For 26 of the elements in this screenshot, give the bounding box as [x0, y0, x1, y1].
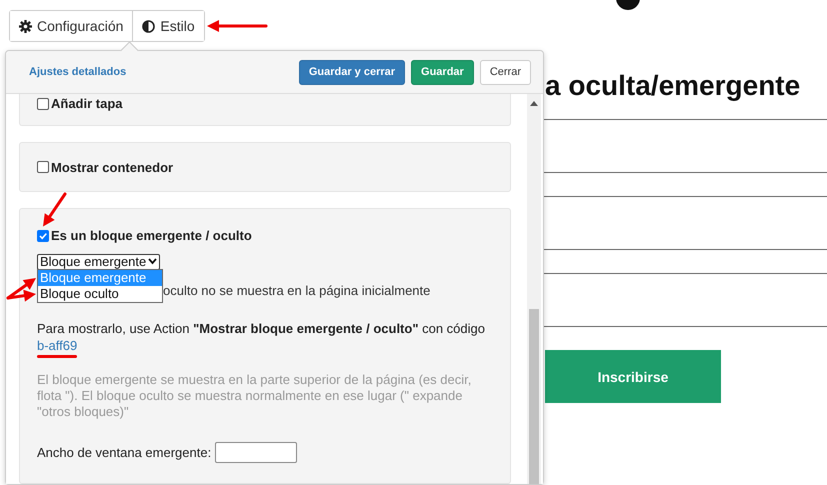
- hint-text: oculto no se muestra en la página inicialmente: [163, 283, 430, 298]
- checkbox-option[interactable]: Añadir tapa: [37, 96, 493, 111]
- help-text: El bloque emergente se muestra en la parte superior de la página (es decir, flota "). El bloque oculto se muestra normalmente en ese lugar (" expande "otros bloques)": [37, 372, 472, 420]
- tab[interactable]: Estilo: [132, 11, 204, 41]
- annotation-arrow: [207, 20, 268, 32]
- dropdown-option[interactable]: Bloque oculto: [38, 286, 162, 302]
- annotation-arrow: [43, 192, 66, 226]
- detailed-settings-link[interactable]: Ajustes detallados: [29, 66, 126, 78]
- annotation-underline: [37, 355, 78, 358]
- checkbox[interactable]: [37, 161, 49, 174]
- save-close-button[interactable]: Guardar y cerrar: [298, 60, 406, 84]
- dropdown-select[interactable]: Bloque emergente: [37, 254, 160, 270]
- field-label: Ancho de ventana emergente:: [37, 445, 212, 460]
- width-input[interactable]: [215, 442, 298, 463]
- chevron-down-icon: [148, 258, 158, 265]
- scroll-up-icon: [530, 100, 538, 106]
- gear-icon: [19, 20, 32, 32]
- code-link[interactable]: b-aff69: [37, 338, 78, 353]
- page-heading: a oculta/emergente: [545, 70, 802, 102]
- checkbox-option[interactable]: Mostrar contenedor: [37, 160, 174, 175]
- instruction-text: Para mostrarlo, use Action "Mostrar bloque emergente / oculto" con código b-aff69: [37, 320, 486, 354]
- checkbox-option[interactable]: Es un bloque emergente / oculto: [37, 228, 493, 243]
- checkbox[interactable]: [37, 98, 49, 110]
- checkbox[interactable]: [37, 230, 49, 242]
- close-button[interactable]: Cerrar: [480, 60, 531, 84]
- contrast-icon: [142, 20, 156, 32]
